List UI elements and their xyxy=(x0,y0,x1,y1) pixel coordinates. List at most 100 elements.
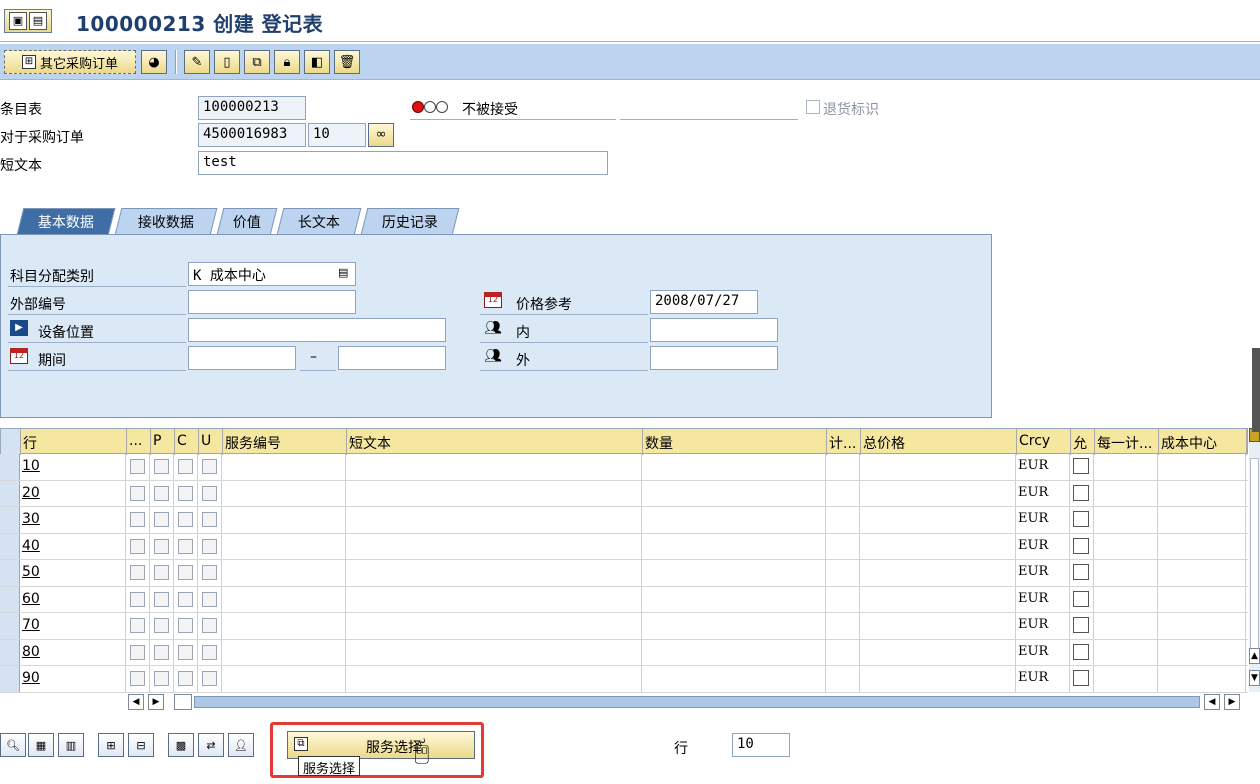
page-scrollbar-thumb[interactable] xyxy=(1252,348,1260,432)
gross-price-cell[interactable] xyxy=(860,666,1016,692)
scroll-thumb[interactable] xyxy=(174,694,192,710)
allowed-checkbox[interactable] xyxy=(1073,458,1089,474)
currency-cell[interactable]: EUR xyxy=(1016,507,1070,533)
currency-cell[interactable]: EUR xyxy=(1016,560,1070,586)
deselect-all-button[interactable]: ▥ xyxy=(58,733,84,757)
per-unit-cell[interactable] xyxy=(1094,639,1158,665)
delete-button[interactable]: 🗑︎ xyxy=(334,50,360,74)
quantity-cell[interactable] xyxy=(642,560,826,586)
per-unit-cell[interactable] xyxy=(1094,507,1158,533)
transaction-icon[interactable]: ▣ ▤ xyxy=(4,9,52,33)
allowed-cell[interactable] xyxy=(1070,480,1094,506)
col-more[interactable]: ... xyxy=(127,429,151,455)
person-button[interactable]: 👤︎ xyxy=(228,733,254,757)
col-currency[interactable]: Crcy xyxy=(1017,429,1071,455)
quantity-cell[interactable] xyxy=(642,639,826,665)
allowed-checkbox[interactable] xyxy=(1073,643,1089,660)
details-button[interactable]: 🔍︎ xyxy=(0,733,26,757)
col-line[interactable]: 行 xyxy=(21,429,127,455)
tab-history[interactable]: 历史记录 xyxy=(360,208,460,235)
select-all-cell[interactable] xyxy=(1,429,21,455)
currency-cell[interactable]: EUR xyxy=(1016,639,1070,665)
currency-cell[interactable]: EUR xyxy=(1016,613,1070,639)
per-unit-cell[interactable] xyxy=(1094,586,1158,612)
delete-line-button[interactable]: ⊟ xyxy=(128,733,154,757)
unit-cell[interactable] xyxy=(826,533,860,559)
quantity-cell[interactable] xyxy=(642,507,826,533)
allowed-checkbox[interactable] xyxy=(1073,537,1089,554)
cost-center-cell[interactable] xyxy=(1158,613,1246,639)
line-number-link[interactable]: 70 xyxy=(22,617,40,633)
line-number-link[interactable]: 90 xyxy=(22,670,40,686)
unit-cell[interactable] xyxy=(826,639,860,665)
short-text-cell[interactable] xyxy=(346,560,642,586)
per-unit-cell[interactable] xyxy=(1094,560,1158,586)
line-number-link[interactable]: 10 xyxy=(22,458,40,474)
po-item-field[interactable]: 10 xyxy=(308,123,366,147)
per-unit-cell[interactable] xyxy=(1094,480,1158,506)
unit-cell[interactable] xyxy=(826,586,860,612)
unit-cell[interactable] xyxy=(826,560,860,586)
allowed-cell[interactable] xyxy=(1070,639,1094,665)
display-po-button[interactable]: ∞ xyxy=(368,123,394,147)
gross-price-cell[interactable] xyxy=(860,613,1016,639)
col-cost-center[interactable]: 成本中心 xyxy=(1159,429,1247,455)
row-selector[interactable] xyxy=(0,560,20,586)
line-cell[interactable]: 60 xyxy=(20,586,126,612)
tab-receipt-data[interactable]: 接收数据 xyxy=(114,208,218,235)
quantity-cell[interactable] xyxy=(642,613,826,639)
return-checkbox[interactable] xyxy=(806,100,820,114)
calculate-button[interactable]: ▩ xyxy=(168,733,194,757)
col-short-text[interactable]: 短文本 xyxy=(347,429,643,455)
cost-center-cell[interactable] xyxy=(1158,507,1246,533)
horizontal-scrollbar[interactable]: ◀ ▶ ◀ ▶ xyxy=(128,693,1246,711)
select-all-button[interactable]: ▦ xyxy=(28,733,54,757)
allowed-checkbox[interactable] xyxy=(1073,670,1089,686)
short-text-cell[interactable] xyxy=(346,533,642,559)
gross-price-cell[interactable] xyxy=(860,454,1016,480)
row-selector[interactable] xyxy=(0,666,20,692)
line-cell[interactable]: 20 xyxy=(20,480,126,506)
line-number-link[interactable]: 60 xyxy=(22,591,40,607)
unit-cell[interactable] xyxy=(826,454,860,480)
allowed-cell[interactable] xyxy=(1070,533,1094,559)
entry-sheet-field[interactable]: 100000213 xyxy=(198,96,306,120)
scroll-up-button[interactable]: ▲ xyxy=(1249,648,1260,664)
line-number-link[interactable]: 20 xyxy=(22,485,40,501)
allowed-checkbox[interactable] xyxy=(1073,617,1089,633)
short-text-cell[interactable] xyxy=(346,480,642,506)
row-selector[interactable] xyxy=(0,613,20,639)
gross-price-cell[interactable] xyxy=(860,480,1016,506)
period-from-field[interactable] xyxy=(188,346,296,370)
line-number-link[interactable]: 80 xyxy=(22,644,40,660)
price-ref-field[interactable]: 2008/07/27 xyxy=(650,290,758,314)
cost-center-cell[interactable] xyxy=(1158,480,1246,506)
scroll-right-end-button[interactable]: ▶ xyxy=(1224,694,1240,710)
currency-cell[interactable]: EUR xyxy=(1016,454,1070,480)
unit-cell[interactable] xyxy=(826,507,860,533)
short-text-cell[interactable] xyxy=(346,507,642,533)
ext-no-field[interactable] xyxy=(188,290,356,314)
allowed-checkbox[interactable] xyxy=(1073,484,1089,501)
cost-center-cell[interactable] xyxy=(1158,586,1246,612)
line-cell[interactable]: 70 xyxy=(20,613,126,639)
line-cell[interactable]: 80 xyxy=(20,639,126,665)
line-number-link[interactable]: 40 xyxy=(22,538,40,554)
col-per-unit[interactable]: 每一计... xyxy=(1095,429,1159,455)
scroll-track[interactable] xyxy=(1250,458,1259,658)
service-no-cell[interactable] xyxy=(222,560,346,586)
cost-center-cell[interactable] xyxy=(1158,639,1246,665)
expand-icon[interactable]: ▶ xyxy=(10,320,28,336)
vertical-scrollbar[interactable]: ▲ ▼ xyxy=(1249,428,1260,692)
create-button[interactable]: ▯ xyxy=(214,50,240,74)
short-text-cell[interactable] xyxy=(346,586,642,612)
tab-long-text[interactable]: 长文本 xyxy=(276,208,362,235)
col-service-no[interactable]: 服务编号 xyxy=(223,429,347,455)
cost-center-cell[interactable] xyxy=(1158,454,1246,480)
allowed-checkbox[interactable] xyxy=(1073,511,1089,527)
quantity-cell[interactable] xyxy=(642,454,826,480)
line-field[interactable]: 10 xyxy=(732,733,790,757)
external-field[interactable] xyxy=(650,346,778,370)
scroll-down-button[interactable]: ▼ xyxy=(1249,670,1260,686)
cost-center-cell[interactable] xyxy=(1158,560,1246,586)
